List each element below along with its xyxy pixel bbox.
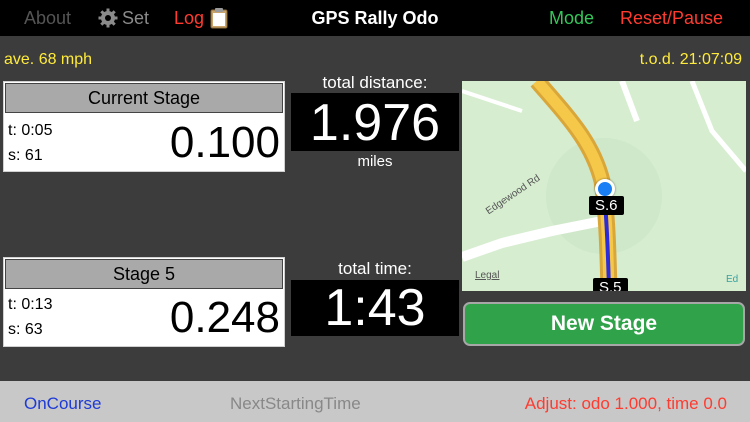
previous-stage-title: Stage 5 [5, 259, 283, 289]
current-stage-panel: Current Stage t: 0:05 s: 61 0.100 [3, 81, 285, 172]
current-stage-speed: s: 61 [8, 147, 43, 164]
top-toolbar: About Set Log GPS Rally Odo Mode Reset/P… [0, 0, 750, 36]
log-button[interactable]: Log [174, 7, 228, 29]
mode-button[interactable]: Mode [549, 7, 594, 29]
previous-stage-distance: 0.248 [169, 293, 280, 342]
previous-stage-speed: s: 63 [8, 321, 43, 338]
current-stage-time: t: 0:05 [8, 122, 53, 139]
marker-previous-stage: S.5 [593, 278, 628, 291]
log-label: Log [174, 8, 205, 28]
total-time-value: 1:43 [291, 280, 459, 336]
total-distance-value: 1.976 [291, 93, 459, 152]
new-stage-button[interactable]: New Stage [463, 302, 745, 346]
reset-pause-button[interactable]: Reset/Pause [620, 7, 723, 29]
total-time-label: total time: [338, 259, 412, 278]
total-distance-unit: miles [357, 153, 393, 170]
settings-label: Set [122, 8, 150, 28]
time-of-day: t.o.d. 21:07:09 [639, 51, 742, 68]
settings-button[interactable]: Set [98, 7, 149, 29]
oncourse-button[interactable]: OnCourse [24, 394, 101, 414]
clipboard-icon [210, 8, 228, 29]
current-stage-title: Current Stage [5, 83, 283, 113]
map-edge-text: Ed [726, 274, 739, 285]
total-distance-label: total distance: [322, 73, 428, 92]
average-speed: ave. 68 mph [4, 51, 93, 68]
adjust-button[interactable]: Adjust: odo 1.000, time 0.0 [525, 394, 727, 414]
current-stage-distance: 0.100 [169, 118, 280, 167]
previous-stage-time: t: 0:13 [8, 296, 53, 313]
map-legal-link[interactable]: Legal [475, 270, 499, 281]
route-map[interactable]: Edgewood Rd Legal Ed S.6 S.5 [462, 81, 746, 291]
next-starting-time-button[interactable]: NextStartingTime [230, 394, 361, 414]
marker-current-stage: S.6 [589, 196, 624, 215]
gear-icon [98, 8, 118, 28]
about-button[interactable]: About [24, 7, 71, 29]
bottom-toolbar: OnCourse NextStartingTime Adjust: odo 1.… [0, 381, 750, 422]
previous-stage-panel: Stage 5 t: 0:13 s: 63 0.248 [3, 257, 285, 347]
